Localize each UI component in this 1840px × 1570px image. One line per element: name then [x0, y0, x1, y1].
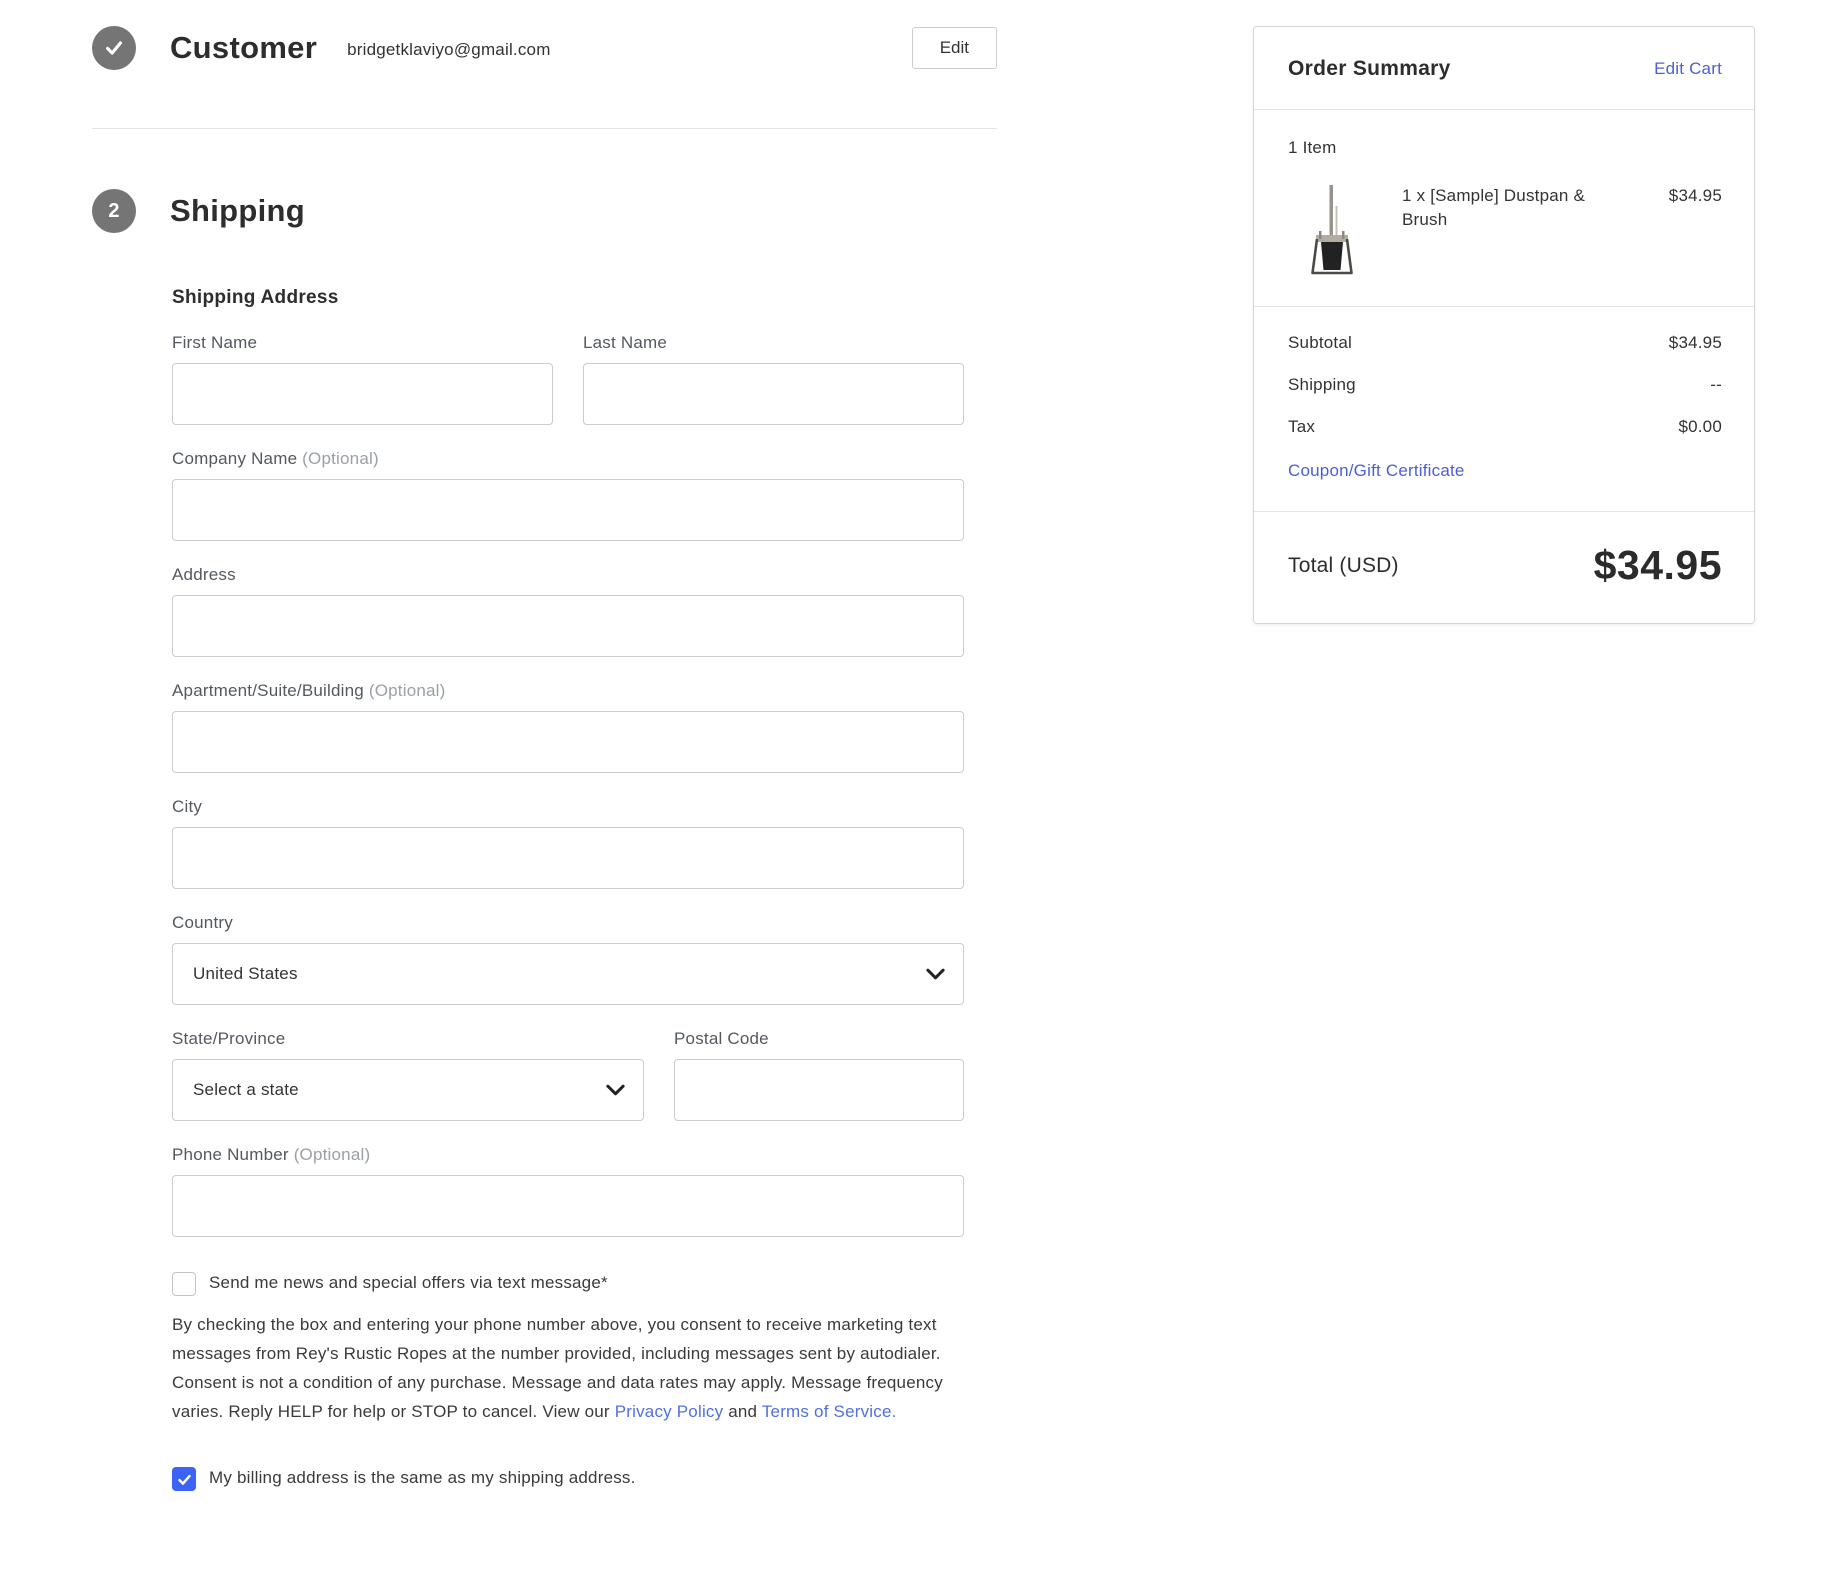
address-label: Address	[172, 565, 964, 585]
name-fields-row: First Name Last Name	[172, 333, 964, 425]
phone-label: Phone Number (Optional)	[172, 1145, 964, 1165]
apartment-input[interactable]	[172, 711, 964, 773]
coupon-row: Coupon/Gift Certificate	[1288, 461, 1722, 481]
grand-total-value: $34.95	[1594, 542, 1722, 589]
last-name-label: Last Name	[583, 333, 964, 353]
state-postal-row: State/Province Select a state Postal Cod…	[172, 1029, 964, 1121]
billing-same-checkbox[interactable]	[172, 1467, 196, 1491]
city-label: City	[172, 797, 964, 817]
city-field: City	[172, 797, 964, 889]
chevron-down-icon	[606, 1084, 625, 1096]
city-input[interactable]	[172, 827, 964, 889]
phone-optional-hint: (Optional)	[294, 1145, 371, 1164]
apartment-field: Apartment/Suite/Building (Optional)	[172, 681, 964, 773]
phone-field: Phone Number (Optional)	[172, 1145, 964, 1237]
sms-optin-label: Send me news and special offers via text…	[209, 1273, 608, 1293]
order-summary-title: Order Summary	[1288, 57, 1451, 81]
company-label: Company Name (Optional)	[172, 449, 964, 469]
shipping-address-subtitle: Shipping Address	[172, 287, 964, 309]
order-items-section: 1 Item 1 x [Sample] Dustpan & Brush $34.…	[1254, 110, 1754, 307]
terms-of-service-link[interactable]: Terms of Service.	[762, 1402, 897, 1421]
order-totals-section: Subtotal $34.95 Shipping -- Tax $0.00 Co…	[1254, 307, 1754, 512]
customer-email: bridgetklaviyo@gmail.com	[347, 40, 550, 60]
country-selected-value: United States	[193, 964, 298, 984]
phone-input[interactable]	[172, 1175, 964, 1237]
state-select[interactable]: Select a state	[172, 1059, 644, 1121]
order-summary-card: Order Summary Edit Cart 1 Item	[1253, 26, 1755, 624]
billing-same-row[interactable]: My billing address is the same as my shi…	[172, 1468, 964, 1491]
first-name-input[interactable]	[172, 363, 553, 425]
sms-optin-row[interactable]: Send me news and special offers via text…	[172, 1273, 964, 1296]
coupon-gift-certificate-link[interactable]: Coupon/Gift Certificate	[1288, 461, 1465, 480]
edit-cart-link[interactable]: Edit Cart	[1654, 59, 1722, 79]
company-optional-hint: (Optional)	[302, 449, 379, 468]
edit-customer-button[interactable]: Edit	[912, 27, 997, 69]
country-select[interactable]: United States	[172, 943, 964, 1005]
postal-code-input[interactable]	[674, 1059, 964, 1121]
apartment-optional-hint: (Optional)	[369, 681, 446, 700]
product-price: $34.95	[1669, 186, 1722, 206]
shipping-step-title: Shipping	[170, 193, 305, 229]
grand-total-label: Total (USD)	[1288, 554, 1399, 578]
address-input[interactable]	[172, 595, 964, 657]
country-label: Country	[172, 913, 964, 933]
shipping-step-header: 2 Shipping	[92, 189, 997, 233]
billing-same-label: My billing address is the same as my shi…	[209, 1468, 636, 1488]
product-thumbnail	[1304, 184, 1360, 276]
product-name: 1 x [Sample] Dustpan & Brush	[1402, 184, 1634, 232]
postal-code-label: Postal Code	[674, 1029, 964, 1049]
order-summary-header: Order Summary Edit Cart	[1254, 27, 1754, 110]
shipping-row: Shipping --	[1288, 375, 1722, 395]
company-field: Company Name (Optional)	[172, 449, 964, 541]
first-name-label: First Name	[172, 333, 553, 353]
tax-row: Tax $0.00	[1288, 417, 1722, 437]
privacy-policy-link[interactable]: Privacy Policy	[615, 1402, 724, 1421]
grand-total-row: Total (USD) $34.95	[1254, 512, 1754, 623]
product-row: 1 x [Sample] Dustpan & Brush $34.95	[1288, 184, 1722, 276]
country-field: Country United States	[172, 913, 964, 1005]
customer-step-header: Customer bridgetklaviyo@gmail.com Edit	[92, 26, 997, 70]
apartment-label: Apartment/Suite/Building (Optional)	[172, 681, 964, 701]
chevron-down-icon	[926, 968, 945, 980]
company-input[interactable]	[172, 479, 964, 541]
step-complete-check-icon	[92, 26, 136, 70]
checkout-steps-column: Customer bridgetklaviyo@gmail.com Edit 2…	[92, 26, 997, 1491]
sms-consent-text: By checking the box and entering your ph…	[172, 1310, 964, 1426]
last-name-input[interactable]	[583, 363, 964, 425]
state-selected-value: Select a state	[193, 1080, 299, 1100]
section-divider	[92, 128, 997, 129]
checkout-page: Customer bridgetklaviyo@gmail.com Edit 2…	[0, 0, 1840, 1491]
customer-step-title: Customer	[170, 30, 317, 66]
address-field: Address	[172, 565, 964, 657]
step-number-badge: 2	[92, 189, 136, 233]
shipping-address-form: Shipping Address First Name Last Name Co…	[172, 287, 964, 1491]
subtotal-row: Subtotal $34.95	[1288, 333, 1722, 353]
sms-optin-checkbox[interactable]	[172, 1272, 196, 1296]
item-count: 1 Item	[1288, 138, 1722, 158]
state-label: State/Province	[172, 1029, 644, 1049]
